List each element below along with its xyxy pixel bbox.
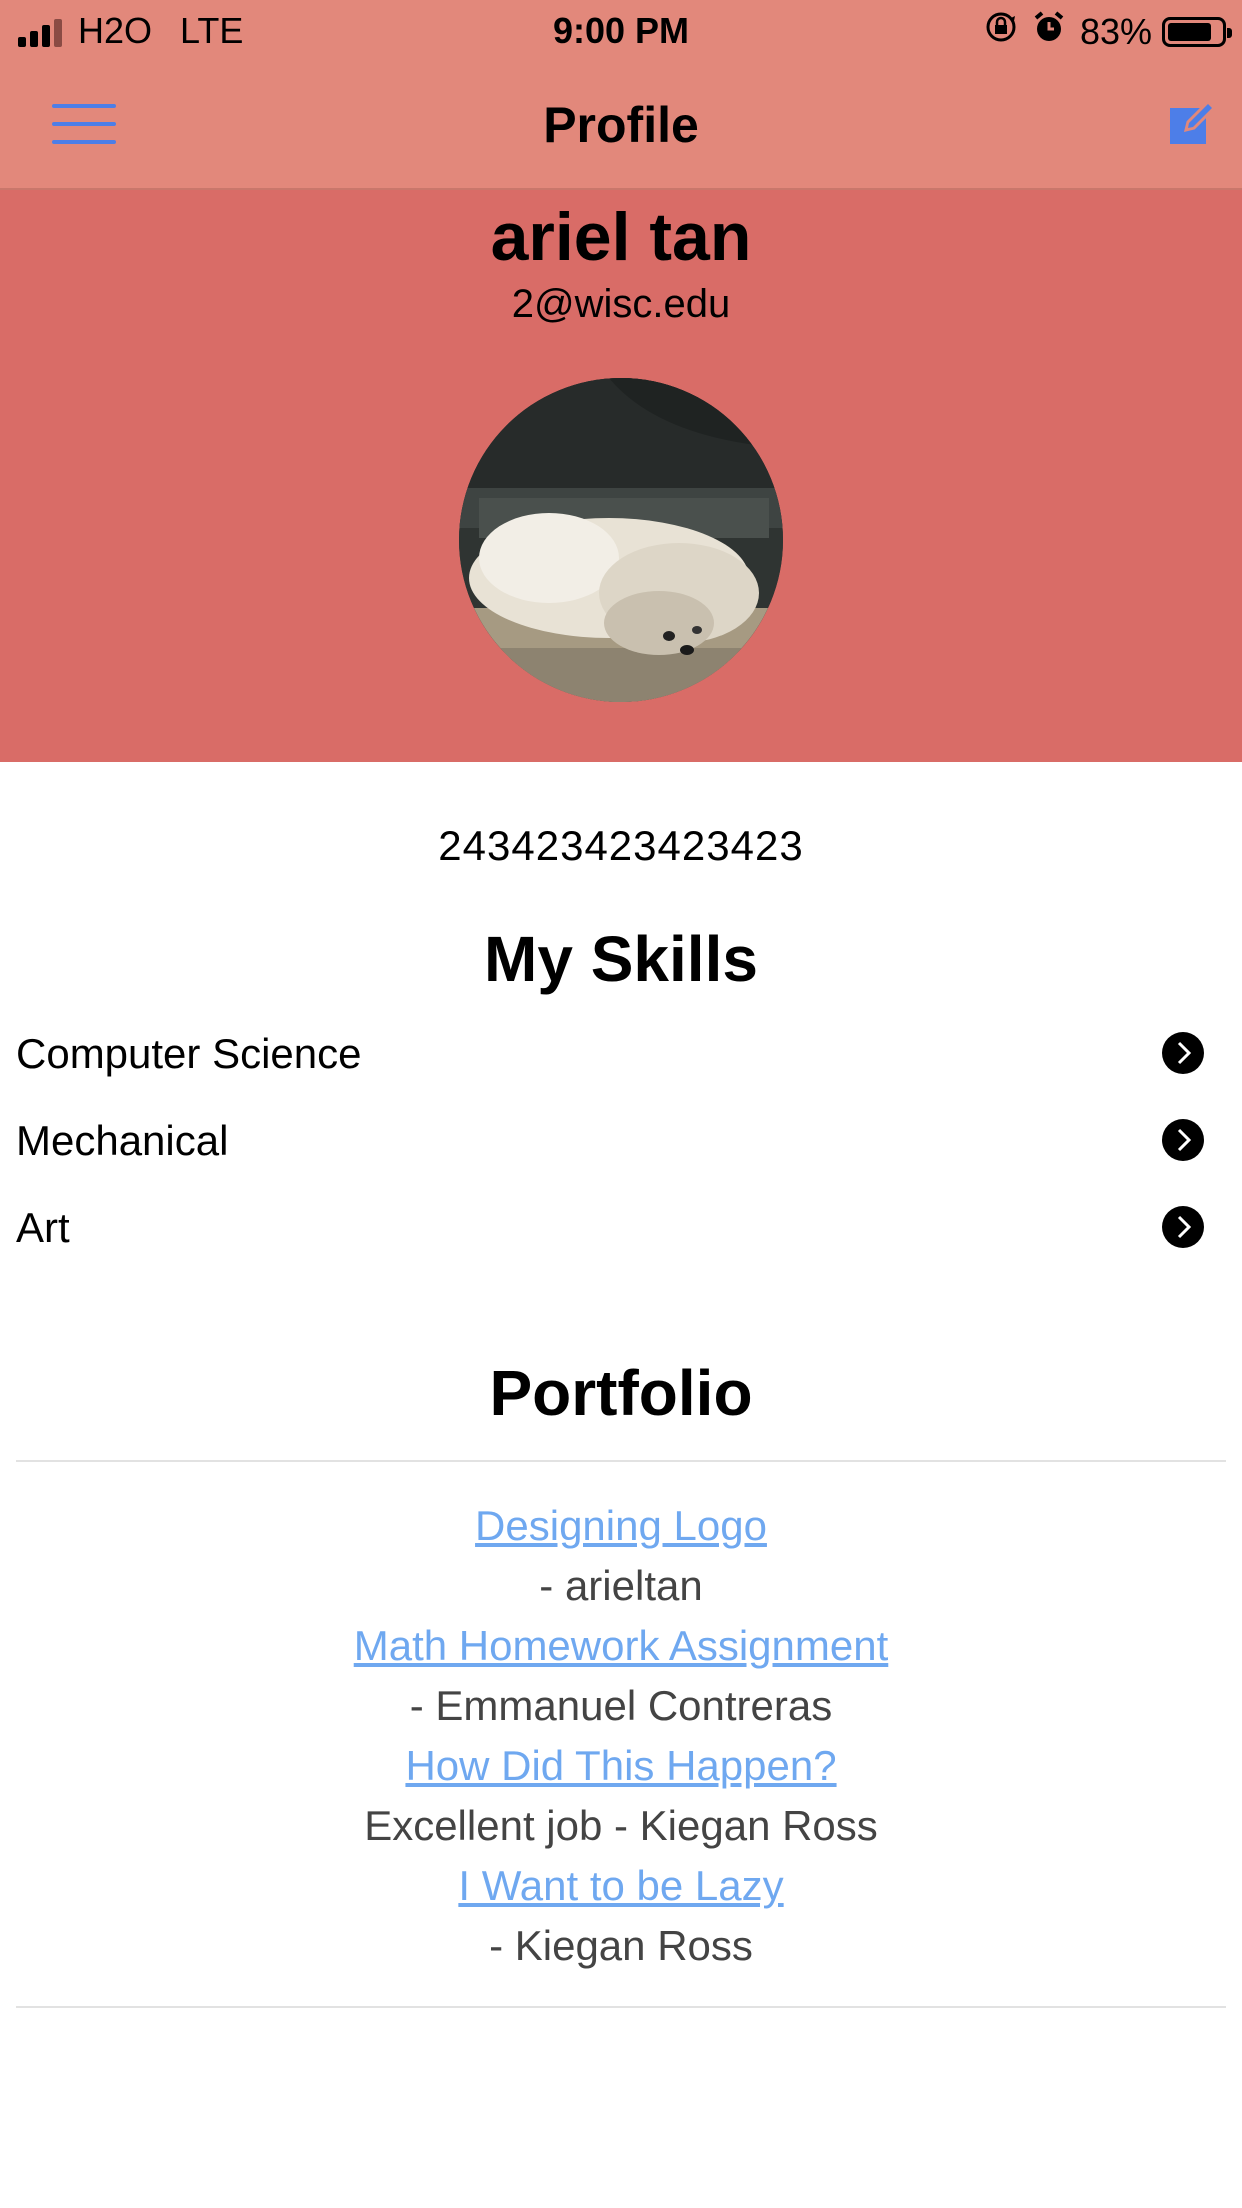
phone-number: 243423423423423	[438, 822, 804, 869]
skill-item[interactable]: Art	[0, 1190, 1242, 1274]
edit-icon[interactable]	[1166, 98, 1217, 148]
divider	[16, 2006, 1226, 2008]
status-right: 83%	[984, 10, 1232, 53]
skill-label: Mechanical	[16, 1117, 229, 1164]
portfolio-item-caption: - Emmanuel Contreras	[409, 1682, 833, 1729]
skills-title: My Skills	[484, 923, 758, 995]
skill-label: Computer Science	[16, 1030, 362, 1077]
rotation-lock-icon	[984, 10, 1018, 53]
skill-item[interactable]: Computer Science	[0, 1016, 1242, 1100]
skill-label: Art	[16, 1204, 70, 1251]
portfolio-title: Portfolio	[489, 1357, 753, 1429]
alarm-clock-icon	[1032, 10, 1066, 53]
avatar-photo	[459, 378, 783, 702]
navigation-bar: Profile	[0, 62, 1242, 190]
portfolio-item-link[interactable]: How Did This Happen?	[0, 1736, 1242, 1796]
divider	[16, 1460, 1226, 1462]
chevron-right-icon[interactable]	[1162, 1119, 1204, 1161]
chevron-right-icon[interactable]	[1162, 1206, 1204, 1248]
battery-icon	[1162, 16, 1232, 47]
portfolio-item-caption: Excellent job - Kiegan Ross	[364, 1802, 878, 1849]
page-title: Profile	[543, 97, 699, 153]
portfolio-list: Designing Logo - arieltan Math Homework …	[0, 1496, 1242, 1976]
portfolio-item-link[interactable]: Math Homework Assignment	[0, 1616, 1242, 1676]
battery-fill	[1168, 22, 1211, 41]
status-bar: H2O LTE 9:00 PM 83%	[0, 0, 1242, 62]
battery-percentage: 83%	[1079, 10, 1152, 52]
portfolio-item-link[interactable]: Designing Logo	[0, 1496, 1242, 1556]
portfolio-item-link[interactable]: I Want to be Lazy	[0, 1856, 1242, 1916]
profile-email: 2@wisc.edu	[511, 282, 731, 326]
profile-header: ariel tan 2@wisc.edu	[0, 190, 1242, 762]
portfolio-item-caption: - Kiegan Ross	[489, 1922, 753, 1969]
avatar[interactable]	[459, 378, 783, 702]
chevron-right-icon[interactable]	[1162, 1032, 1204, 1074]
skill-item[interactable]: Mechanical	[0, 1103, 1242, 1187]
profile-name: ariel tan	[490, 199, 752, 275]
portfolio-item-caption: - arieltan	[539, 1562, 703, 1609]
